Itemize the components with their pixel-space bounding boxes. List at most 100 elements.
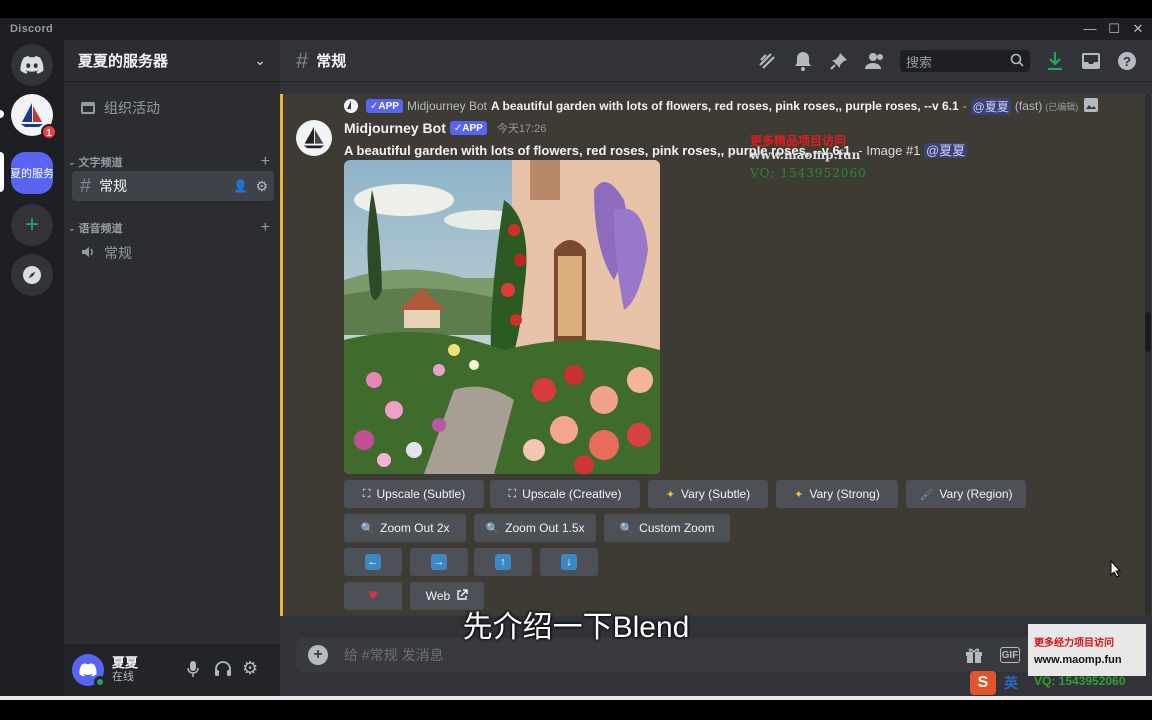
add-voice-channel-icon[interactable]: + <box>261 219 270 237</box>
ime-indicator[interactable]: S 英 <box>970 670 1032 696</box>
events-item[interactable]: 组织活动 <box>72 93 274 123</box>
custom-zoom-button[interactable]: 🔍 Custom Zoom <box>604 514 730 542</box>
bell-icon[interactable] <box>792 50 814 72</box>
bot-app-tag: ✓ APP <box>449 121 487 135</box>
expand-icon: ⛶ <box>362 487 371 500</box>
add-channel-icon[interactable]: + <box>261 153 270 171</box>
selected-pill <box>0 152 4 192</box>
external-link-icon <box>456 588 468 604</box>
pan-down-button[interactable]: ↓ <box>540 548 598 576</box>
channel-title: 常规 <box>316 53 347 70</box>
voice-category[interactable]: ⌄ 语音频道 + <box>68 218 274 238</box>
message-list: ✓ APP Midjourney Bot A beautiful garden … <box>280 94 1152 616</box>
promo-box: 更多经力项目访问 www.maomp.fun <box>1028 624 1146 676</box>
zoom-out-1-5x-button[interactable]: 🔍 Zoom Out 1.5x <box>474 514 596 542</box>
download-icon[interactable] <box>1044 50 1066 72</box>
attach-plus-icon[interactable]: + <box>308 645 328 665</box>
pan-left-button[interactable]: ← <box>344 548 402 576</box>
zoom-out-2x-button[interactable]: 🔍 Zoom Out 2x <box>344 514 466 542</box>
hash-icon: # <box>296 47 309 73</box>
channel-item-general[interactable]: # 常规 👤 ⚙ <box>72 171 274 201</box>
pan-up-button[interactable]: ↑ <box>474 548 532 576</box>
composer-placeholder: 给 #常规 发消息 <box>344 647 444 663</box>
arrow-up-icon: ↑ <box>495 554 511 570</box>
window-title: Discord <box>10 23 54 35</box>
upscale-creative-button[interactable]: ⛶ Upscale (Creative) <box>490 480 640 508</box>
server-icon-sailboat[interactable]: 1 <box>11 94 57 140</box>
favorite-button[interactable]: ♥ <box>344 582 402 610</box>
reply-edited: (已编辑) <box>1045 101 1079 112</box>
maximize-icon[interactable]: ☐ <box>1102 20 1126 38</box>
generated-garden-image[interactable] <box>344 160 660 474</box>
channel-header: # 常规 搜索 ? <box>280 40 1152 82</box>
watermark-line2: www.maomp.fun <box>750 148 861 162</box>
reply-preview[interactable]: ✓ APP Midjourney Bot A beautiful garden … <box>344 97 1099 115</box>
arrow-right-icon: → <box>431 554 447 570</box>
message-mention[interactable]: @夏夏 <box>924 143 968 158</box>
promo-line2: www.maomp.fun <box>1034 654 1122 666</box>
message-composer[interactable]: + 给 #常规 发消息 GIF <box>296 638 1138 672</box>
hash-icon: # <box>80 174 92 197</box>
settings-gear-icon[interactable]: ⚙ <box>242 658 258 679</box>
vary-subtle-button[interactable]: ✦ Vary (Subtle) <box>648 480 768 508</box>
user-status: 在线 <box>112 671 134 683</box>
promo-line1: 更多经力项目访问 <box>1034 638 1114 649</box>
reply-mention[interactable]: @夏夏 <box>970 97 1011 115</box>
scroll-thumb[interactable] <box>1145 312 1151 352</box>
message-scrollbar[interactable] <box>1145 94 1151 616</box>
text-category-label: 文字频道 <box>78 157 123 169</box>
chevron-down-icon[interactable]: ⌄ <box>254 52 266 69</box>
help-icon[interactable]: ? <box>1116 50 1138 72</box>
add-server-icon[interactable]: + <box>11 204 53 246</box>
discord-home-icon[interactable] <box>11 44 53 86</box>
server-short-label: 夏的服务 <box>11 168 53 180</box>
inbox-icon[interactable] <box>1080 50 1102 72</box>
message-timestamp: 今天17:26 <box>496 123 547 135</box>
headphones-icon[interactable] <box>214 660 232 683</box>
voice-category-label: 语音频道 <box>78 223 123 235</box>
microphone-icon[interactable] <box>186 660 200 683</box>
vary-region-button[interactable]: 🖌 Vary (Region) <box>906 480 1026 508</box>
sparkles-icon: ✦ <box>794 488 804 501</box>
bottom-strip <box>0 696 1152 700</box>
sparkles-icon: ✦ <box>665 488 676 501</box>
user-panel: 夏夏 在线 ⚙ <box>64 644 280 696</box>
message-content: A beautiful garden with lots of flowers,… <box>344 140 968 159</box>
image-icon <box>1084 97 1099 115</box>
gif-button[interactable]: GIF <box>1000 647 1020 663</box>
web-link-button[interactable]: Web <box>410 582 484 610</box>
paintbrush-icon: 🖌 <box>919 488 934 501</box>
online-status-dot <box>94 676 106 688</box>
notification-badge: 1 <box>41 124 57 140</box>
watermark-line1: 更多精品项目访问 <box>750 134 847 148</box>
mention-highlight-bar <box>280 94 283 616</box>
gear-icon[interactable]: ⚙ <box>255 178 268 195</box>
pin-icon[interactable] <box>828 50 850 72</box>
voice-channel-item[interactable]: 常规 <box>72 238 274 268</box>
upscale-subtle-button[interactable]: ⛶ Upscale (Subtle) <box>344 480 484 508</box>
speaker-icon <box>80 244 96 263</box>
server-header[interactable]: 夏夏的服务器 ⌄ <box>64 40 280 82</box>
channel-sidebar: 夏夏的服务器 ⌄ 组织活动 ⌄ 文字频道 + # 常规 👤 ⚙ ⌄ 语音频道 +… <box>64 40 280 696</box>
vary-strong-button[interactable]: ✦ Vary (Strong) <box>776 480 898 508</box>
avatar[interactable] <box>72 654 106 688</box>
calendar-icon <box>80 99 96 118</box>
gift-icon[interactable] <box>964 645 984 665</box>
server-icon-current[interactable]: 夏的服务 <box>11 152 53 194</box>
minimize-icon[interactable]: — <box>1078 20 1102 38</box>
explore-compass-icon[interactable] <box>11 254 53 296</box>
message-author[interactable]: Midjourney Bot <box>344 120 446 136</box>
members-icon[interactable] <box>864 50 886 72</box>
search-input[interactable]: 搜索 <box>900 50 1030 72</box>
close-icon[interactable]: ✕ <box>1126 20 1150 38</box>
bot-avatar[interactable] <box>296 120 332 156</box>
threads-icon[interactable] <box>756 50 778 72</box>
text-category[interactable]: ⌄ 文字频道 + <box>68 152 274 172</box>
search-icon <box>1010 53 1024 70</box>
reply-author: Midjourney Bot <box>406 99 487 113</box>
pan-right-button[interactable]: → <box>410 548 468 576</box>
invite-icon[interactable]: 👤 <box>233 179 248 193</box>
unread-pill <box>0 110 4 118</box>
server-rail: 1 夏的服务 + <box>0 40 64 696</box>
server-name: 夏夏的服务器 <box>78 53 169 70</box>
